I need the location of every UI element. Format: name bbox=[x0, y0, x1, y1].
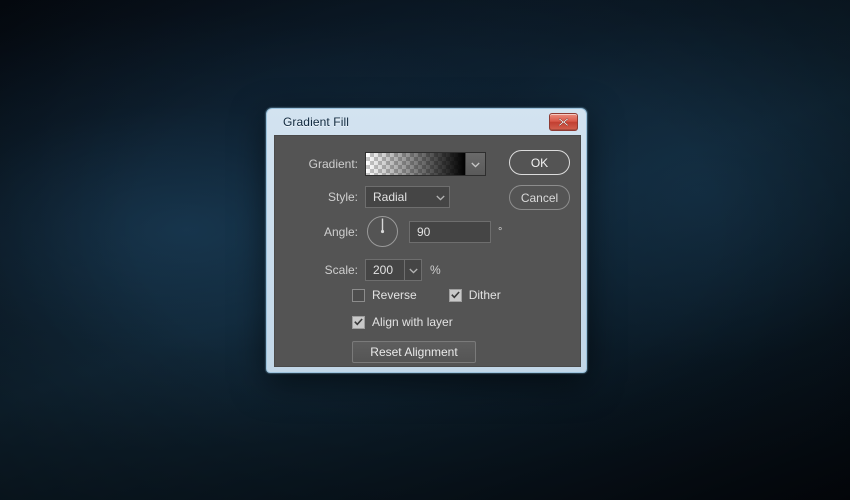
gradient-dropdown-button[interactable] bbox=[465, 153, 485, 175]
angle-dial-icon[interactable] bbox=[365, 214, 400, 249]
checkbox-row: Reverse Dither bbox=[352, 288, 501, 302]
close-x-icon bbox=[558, 117, 569, 127]
angle-label: Angle: bbox=[323, 224, 358, 239]
reverse-checkbox[interactable]: Reverse bbox=[352, 288, 417, 302]
chevron-down-icon bbox=[471, 155, 480, 173]
gradient-label: Gradient: bbox=[308, 157, 358, 171]
close-button[interactable] bbox=[549, 113, 578, 131]
dither-label: Dither bbox=[468, 288, 501, 302]
style-select[interactable]: Radial bbox=[365, 186, 450, 208]
checkbox-box bbox=[352, 315, 365, 329]
cancel-button[interactable]: Cancel bbox=[509, 185, 570, 210]
scale-unit-label: % bbox=[430, 263, 441, 277]
scale-label: Scale: bbox=[324, 263, 358, 277]
dialog-title: Gradient Fill bbox=[283, 114, 349, 129]
scale-dropdown-button[interactable] bbox=[404, 260, 421, 280]
angle-row: Angle: 90 ° bbox=[286, 214, 502, 249]
reset-row: Reset Alignment bbox=[352, 341, 476, 363]
dialog-panel: Gradient: Style: Radial Angle: 90 ° Scal… bbox=[274, 135, 581, 367]
checkbox-box bbox=[448, 288, 462, 302]
align-with-layer-label: Align with layer bbox=[372, 315, 453, 329]
chevron-down-icon bbox=[408, 261, 418, 279]
align-with-layer-checkbox[interactable]: Align with layer bbox=[352, 315, 453, 329]
angle-input[interactable]: 90 bbox=[409, 220, 491, 243]
dialog-titlebar[interactable]: Gradient Fill bbox=[274, 109, 579, 134]
gradient-preview-swatch[interactable] bbox=[366, 153, 465, 175]
angle-unit-label: ° bbox=[498, 225, 503, 238]
style-selected-value: Radial bbox=[373, 190, 408, 204]
reverse-label: Reverse bbox=[372, 288, 417, 302]
align-row: Align with layer bbox=[352, 315, 453, 329]
scale-value: 200 bbox=[373, 263, 394, 277]
gradient-row: Gradient: bbox=[286, 152, 486, 176]
chevron-down-icon bbox=[436, 188, 445, 206]
reset-alignment-button[interactable]: Reset Alignment bbox=[352, 341, 476, 363]
gradient-fill-dialog: Gradient Fill Gradient: Style: Radial An… bbox=[266, 108, 587, 373]
scale-combobox[interactable]: 200 bbox=[365, 259, 422, 281]
dither-checkbox[interactable]: Dither bbox=[448, 288, 501, 302]
angle-value: 90 bbox=[417, 224, 431, 239]
style-row: Style: Radial bbox=[286, 186, 450, 208]
style-label: Style: bbox=[327, 190, 358, 204]
ok-button[interactable]: OK bbox=[509, 150, 570, 175]
checkbox-box bbox=[352, 288, 365, 302]
scale-row: Scale: 200 % bbox=[286, 259, 441, 281]
gradient-picker[interactable] bbox=[365, 152, 486, 176]
